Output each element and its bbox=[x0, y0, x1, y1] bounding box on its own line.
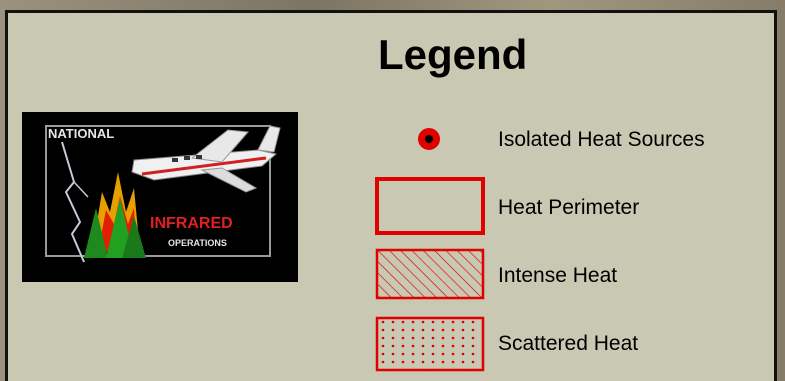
logo-text-operations: OPERATIONS bbox=[168, 238, 227, 248]
scattered-heat-symbol bbox=[375, 316, 485, 372]
logo-text-infrared: INFRARED bbox=[150, 215, 233, 232]
legend-item-label: Intense Heat bbox=[498, 264, 618, 287]
legend-item-label: Heat Perimeter bbox=[498, 196, 640, 219]
legend-item-label: Scattered Heat bbox=[498, 332, 639, 355]
airplane-icon bbox=[131, 125, 281, 193]
heat-perimeter-symbol bbox=[375, 177, 485, 235]
isolated-heat-source-symbol bbox=[418, 128, 440, 150]
legend-item-label: Isolated Heat Sources bbox=[498, 128, 705, 151]
national-infrared-operations-logo: NATIONAL INFRARED OPERATIONS bbox=[22, 112, 298, 282]
logo-text-national: NATIONAL bbox=[48, 126, 114, 141]
intense-heat-symbol bbox=[375, 248, 485, 300]
legend-title: Legend bbox=[378, 31, 528, 78]
logo-graphic: NATIONAL INFRARED OPERATIONS bbox=[45, 125, 281, 263]
